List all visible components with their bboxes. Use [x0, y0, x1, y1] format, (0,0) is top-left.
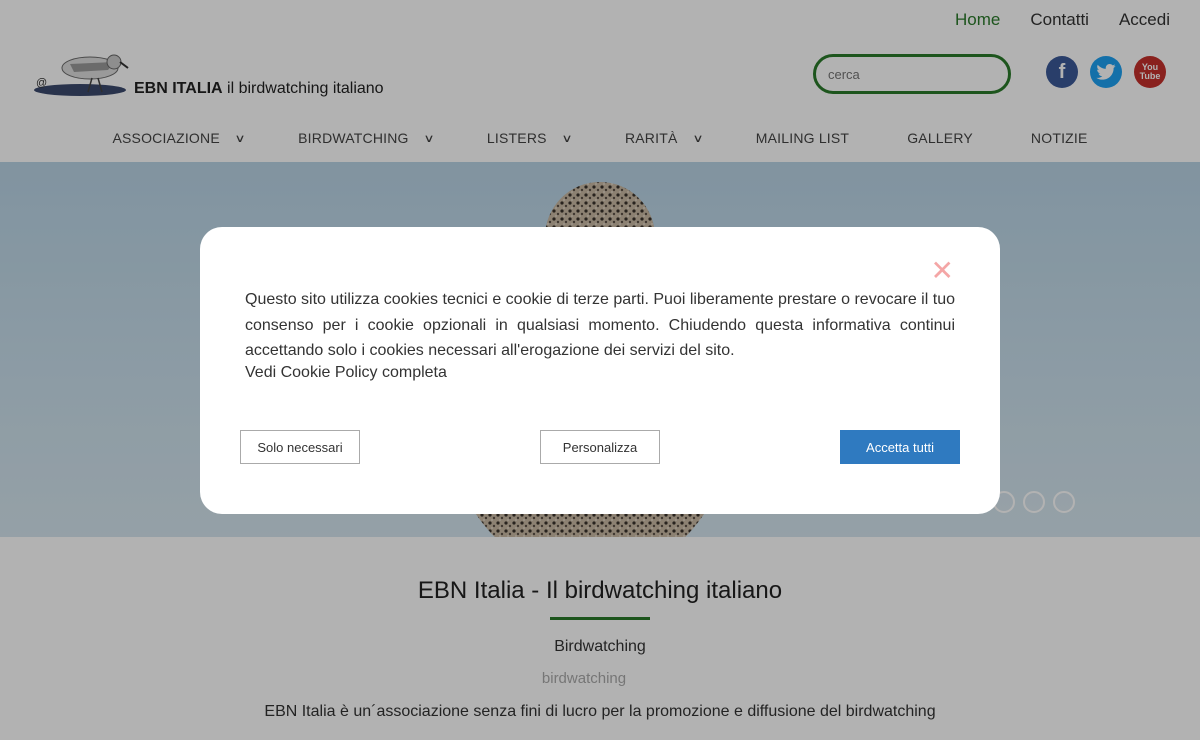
customize-button[interactable]: Personalizza	[540, 430, 660, 464]
close-icon[interactable]: ✕	[931, 257, 954, 285]
cookie-policy-link[interactable]: Vedi Cookie Policy completa	[245, 364, 447, 382]
cookie-message: Questo sito utilizza cookies tecnici e c…	[245, 291, 955, 359]
cookie-consent-modal: ✕ Questo sito utilizza cookies tecnici e…	[200, 227, 1000, 514]
accept-all-button[interactable]: Accetta tutti	[840, 430, 960, 464]
only-necessary-button[interactable]: Solo necessari	[240, 430, 360, 464]
